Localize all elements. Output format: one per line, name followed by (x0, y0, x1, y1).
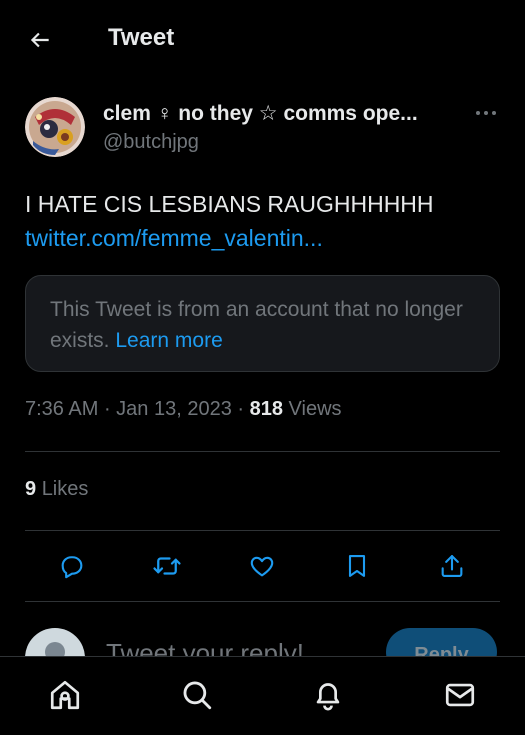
meta-separator: · (103, 398, 117, 420)
like-button[interactable] (242, 546, 282, 586)
notifications-icon (316, 683, 340, 711)
reply-input[interactable]: Tweet your reply! (106, 638, 304, 656)
reply-button[interactable] (52, 546, 92, 586)
more-options-button[interactable] (471, 101, 501, 125)
retweet-icon (153, 557, 181, 575)
bookmark-button[interactable] (337, 546, 377, 586)
tweet-meta: 7:36 AM · Jan 13, 2023 · 818 Views (25, 398, 342, 421)
more-dot-icon (492, 111, 496, 115)
unavailable-quote-notice: This Tweet is from an account that no lo… (25, 275, 500, 372)
arrow-left-icon (30, 32, 49, 48)
page-title: Tweet (108, 24, 175, 51)
meta-separator: · (237, 398, 250, 420)
tab-notifications[interactable] (308, 675, 348, 715)
divider (25, 451, 500, 452)
bookmark-icon (348, 555, 366, 577)
reply-composer: Tweet your reply! Reply (0, 622, 525, 656)
search-icon (183, 681, 212, 710)
tab-home[interactable] (45, 675, 85, 715)
tweet-text: I HATE CIS LESBIANS RAUGHHHHHH (25, 191, 434, 217)
likes-count: 9 (25, 478, 37, 500)
tab-messages[interactable] (440, 675, 480, 715)
back-button[interactable] (22, 22, 58, 58)
tab-search[interactable] (177, 675, 217, 715)
messages-icon (445, 683, 475, 707)
tweet-date[interactable]: Jan 13, 2023 (116, 398, 232, 420)
reply-submit-button[interactable]: Reply (386, 628, 497, 656)
bottom-tab-bar (0, 656, 525, 735)
home-icon (50, 680, 80, 710)
tweet-link[interactable]: twitter.com/femme_valentin... (25, 222, 323, 254)
tweet-time[interactable]: 7:36 AM (25, 398, 98, 420)
more-dot-icon (484, 111, 488, 115)
reply-icon (61, 556, 83, 579)
share-button[interactable] (432, 546, 472, 586)
tweet-author: clem ♀ no they ☆ comms ope... @butchjpg (25, 97, 505, 161)
divider (25, 530, 500, 531)
avatar-illustration (25, 97, 85, 157)
more-dot-icon (476, 111, 480, 115)
divider (25, 601, 500, 602)
display-name[interactable]: clem ♀ no they ☆ comms ope... (103, 101, 418, 126)
default-avatar-icon (45, 642, 65, 656)
share-icon (441, 555, 463, 577)
learn-more-link[interactable]: Learn more (115, 329, 222, 352)
likes-link[interactable]: 9 Likes (25, 478, 88, 501)
user-handle[interactable]: @butchjpg (103, 131, 199, 154)
retweet-button[interactable] (147, 546, 187, 586)
like-icon (250, 556, 274, 577)
top-bar: Tweet (0, 0, 525, 78)
views-count: 818 (249, 398, 283, 420)
likes-label: Likes (41, 478, 89, 500)
views-label: Views (288, 398, 342, 420)
own-avatar[interactable] (25, 628, 85, 656)
avatar[interactable] (25, 97, 85, 157)
notice-text: This Tweet is from an account that no lo… (50, 298, 463, 352)
